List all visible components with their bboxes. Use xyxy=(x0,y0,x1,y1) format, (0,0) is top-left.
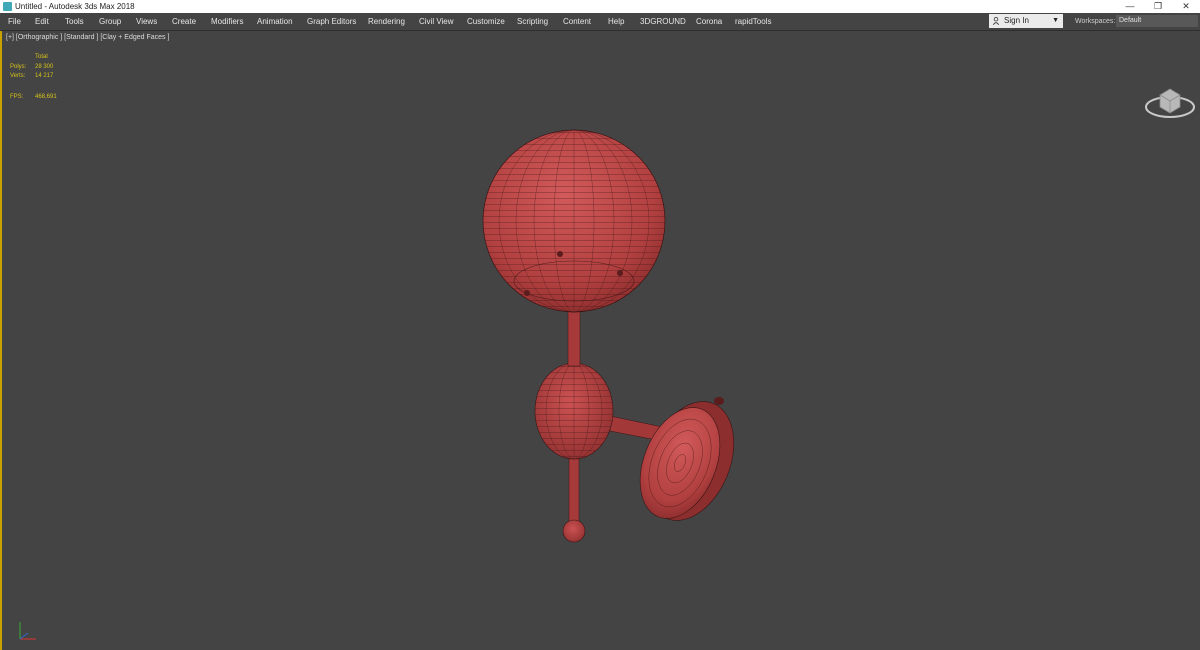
menu-graph-editors[interactable]: Graph Editors xyxy=(307,13,356,30)
stats-polys-label: Polys: xyxy=(10,64,27,70)
window-title: Untitled - Autodesk 3ds Max 2018 xyxy=(15,2,135,11)
menu-3dground[interactable]: 3DGROUND xyxy=(640,13,686,30)
menu-scripting[interactable]: Scripting xyxy=(517,13,548,30)
stats-fps-label: FPS: xyxy=(10,94,24,100)
menu-modifiers[interactable]: Modifiers xyxy=(211,13,243,30)
sign-in-label: Sign In xyxy=(1004,16,1029,25)
menu-rapidtools[interactable]: rapidTools xyxy=(735,13,771,30)
menu-tools[interactable]: Tools xyxy=(65,13,84,30)
menu-rendering[interactable]: Rendering xyxy=(368,13,405,30)
menu-content[interactable]: Content xyxy=(563,13,591,30)
stats-verts-value: 14 217 xyxy=(35,73,54,79)
menu-bar: File Edit Tools Group Views Create Modif… xyxy=(0,13,1200,31)
title-bar: Untitled - Autodesk 3ds Max 2018 — ❐ ✕ xyxy=(0,0,1200,13)
menu-views[interactable]: Views xyxy=(136,13,157,30)
app-icon[interactable] xyxy=(3,2,12,11)
menu-civil-view[interactable]: Civil View xyxy=(419,13,454,30)
bottom-finial xyxy=(562,519,586,543)
workspace-select[interactable]: Default xyxy=(1116,15,1198,27)
stats-header: Total xyxy=(35,54,48,60)
menu-corona[interactable]: Corona xyxy=(696,13,722,30)
viewport-label[interactable]: [+] [Orthographic ] [Standard ] [Clay + … xyxy=(6,34,169,41)
globe-screw-3 xyxy=(524,290,530,296)
globe-screw-1 xyxy=(557,251,563,257)
upper-rod xyxy=(567,305,581,367)
close-button[interactable]: ✕ xyxy=(1171,0,1200,13)
menu-edit[interactable]: Edit xyxy=(35,13,49,30)
menu-create[interactable]: Create xyxy=(172,13,196,30)
sign-in-dropdown[interactable]: Sign In ▼ xyxy=(989,14,1063,28)
minimize-button[interactable]: — xyxy=(1115,0,1145,13)
menu-group[interactable]: Group xyxy=(99,13,121,30)
menu-customize[interactable]: Customize xyxy=(467,13,505,30)
viewcube-icon[interactable] xyxy=(1144,81,1196,121)
axis-tripod-icon xyxy=(19,622,36,640)
menu-file[interactable]: File xyxy=(8,13,21,30)
stats-polys-value: 28 300 xyxy=(35,64,54,70)
stats-verts-label: Verts: xyxy=(10,73,26,79)
globe-screw-2 xyxy=(617,270,623,276)
wall-lamp-model[interactable] xyxy=(442,91,742,561)
menu-help[interactable]: Help xyxy=(608,13,624,30)
maximize-button[interactable]: ❐ xyxy=(1143,0,1173,13)
perspective-viewport[interactable]: [+] [Orthographic ] [Standard ] [Clay + … xyxy=(0,31,1200,650)
menu-animation[interactable]: Animation xyxy=(257,13,293,30)
chevron-down-icon: ▼ xyxy=(1052,17,1059,24)
wall-plate-screw-hole xyxy=(714,397,724,405)
workspaces-label: Workspaces: xyxy=(1075,18,1116,25)
user-icon xyxy=(993,17,999,25)
stats-fps-value: 468,691 xyxy=(35,94,57,100)
